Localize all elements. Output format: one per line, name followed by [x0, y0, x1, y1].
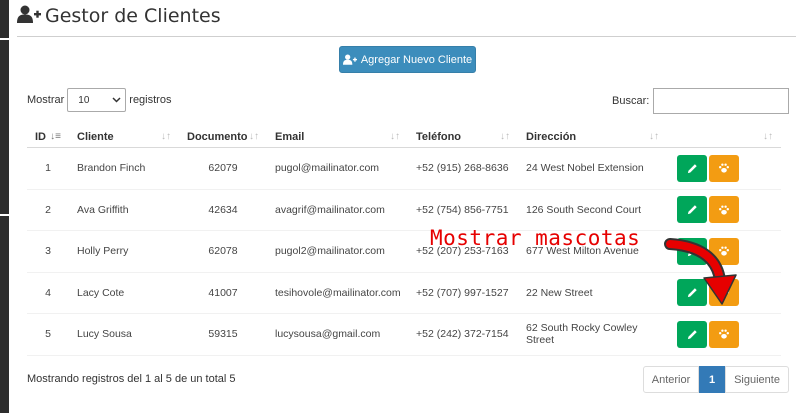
paw-icon	[719, 329, 729, 339]
column-header-cliente[interactable]: Cliente ↓↑	[69, 126, 179, 148]
cell-actions	[667, 313, 781, 356]
cell-email: pugol@mailinator.com	[267, 147, 408, 190]
cell-cliente: Lacy Cote	[69, 272, 179, 314]
cell-telefono: +52 (242) 372-7154	[408, 313, 518, 356]
search-control: Buscar:	[612, 88, 790, 114]
cell-actions	[667, 147, 781, 190]
sort-icon: ↓↑	[390, 131, 400, 142]
sort-icon: ↓↑	[161, 131, 171, 142]
cell-id: 4	[27, 272, 69, 314]
search-label: Buscar:	[612, 95, 650, 107]
left-edge-notch	[0, 38, 9, 40]
cell-cliente: Ava Griffith	[69, 189, 179, 231]
header-divider	[17, 36, 796, 37]
cell-email: avagrif@mailinator.com	[267, 189, 408, 231]
length-control: Mostrar 10 registros	[27, 88, 171, 112]
cell-documento: 59315	[179, 313, 267, 356]
cell-actions	[667, 230, 781, 273]
column-header-email[interactable]: Email ↓↑	[267, 126, 408, 148]
show-pets-button[interactable]	[709, 237, 739, 265]
table-info: Mostrando registros del 1 al 5 de un tot…	[27, 373, 236, 385]
pencil-icon	[687, 330, 697, 339]
column-header-direccion[interactable]: Dirección ↓↑	[518, 126, 667, 148]
column-header-id[interactable]: ID ↓≡	[27, 126, 69, 148]
cell-cliente: Holly Perry	[69, 230, 179, 273]
cell-documento: 62078	[179, 230, 267, 273]
table-row: 5 Lucy Sousa 59315 lucysousa@gmail.com +…	[27, 313, 781, 356]
table-row: 4 Lacy Cote 41007 tesihovole@mailinator.…	[27, 272, 781, 314]
cell-email: pugol2@mailinator.com	[267, 230, 408, 273]
show-pets-button[interactable]	[709, 154, 739, 182]
cell-telefono: +52 (707) 997-1527	[408, 272, 518, 314]
user-plus-icon	[342, 54, 357, 65]
cell-email: tesihovole@mailinator.com	[267, 272, 408, 314]
add-client-button[interactable]: Agregar Nuevo Cliente	[339, 46, 476, 73]
cell-direccion: 24 West Nobel Extension	[518, 147, 667, 190]
edit-button[interactable]	[677, 196, 707, 224]
paw-icon	[719, 288, 729, 298]
cell-email: lucysousa@gmail.com	[267, 313, 408, 356]
cell-documento: 62079	[179, 147, 267, 190]
cell-telefono: +52 (915) 268-8636	[408, 147, 518, 190]
table-row: 1 Brandon Finch 62079 pugol@mailinator.c…	[27, 147, 781, 190]
cell-id: 5	[27, 313, 69, 356]
length-prefix: Mostrar	[27, 94, 65, 106]
pagination-page-1[interactable]: 1	[699, 366, 725, 393]
pagination: Anterior 1 Siguiente	[643, 366, 789, 393]
cell-direccion: 62 South Rocky Cowley Street	[518, 313, 667, 356]
cell-cliente: Lucy Sousa	[69, 313, 179, 356]
column-header-telefono[interactable]: Teléfono ↓↑	[408, 126, 518, 148]
cell-id: 1	[27, 147, 69, 190]
cell-actions	[667, 272, 781, 314]
pagination-next-button[interactable]: Siguiente	[725, 366, 789, 393]
annotation-label: Mostrar mascotas	[430, 226, 641, 250]
clients-table: ID ↓≡ Cliente ↓↑ Documento ↓↑ Email ↓↑ Teléf…	[27, 126, 781, 356]
cell-direccion: 126 South Second Court	[518, 189, 667, 231]
show-pets-button[interactable]	[709, 279, 739, 307]
cell-telefono: +52 (754) 856-7751	[408, 189, 518, 231]
length-value: 10	[78, 94, 90, 106]
pencil-icon	[687, 247, 697, 256]
cell-documento: 42634	[179, 189, 267, 231]
table-row: 2 Ava Griffith 42634 avagrif@mailinator.…	[27, 189, 781, 231]
length-select[interactable]: 10	[67, 88, 127, 112]
length-suffix: registros	[129, 94, 172, 106]
sort-icon: ↓↑	[763, 131, 773, 142]
cell-direccion: 22 New Street	[518, 272, 667, 314]
paw-icon	[719, 205, 729, 215]
sort-icon: ↓↑	[649, 131, 659, 142]
edit-button[interactable]	[677, 154, 707, 182]
edit-button[interactable]	[677, 237, 707, 265]
pencil-icon	[687, 205, 697, 215]
sort-icon: ↓↑	[500, 131, 510, 142]
show-pets-button[interactable]	[709, 196, 739, 224]
left-edge-bar	[0, 0, 9, 413]
pencil-icon	[687, 288, 697, 298]
chevron-down-icon	[112, 95, 121, 106]
column-header-actions[interactable]: ↓↑	[667, 126, 781, 148]
table-row: 3 Holly Perry 62078 pugol2@mailinator.co…	[27, 230, 781, 273]
cell-id: 3	[27, 230, 69, 273]
add-client-label: Agregar Nuevo Cliente	[360, 53, 473, 66]
user-plus-icon	[17, 5, 41, 28]
cell-documento: 41007	[179, 272, 267, 314]
cell-cliente: Brandon Finch	[69, 147, 179, 190]
sort-icon: ↓↑	[249, 131, 259, 142]
left-edge-notch	[0, 214, 9, 216]
page-title: Gestor de Clientes	[45, 5, 221, 27]
page-header: Gestor de Clientes	[17, 4, 221, 28]
edit-button[interactable]	[677, 320, 707, 348]
sort-desc-icon: ↓≡	[50, 131, 61, 142]
cell-actions	[667, 189, 781, 231]
column-header-documento[interactable]: Documento ↓↑	[179, 126, 267, 148]
pagination-prev-button[interactable]: Anterior	[643, 366, 699, 393]
show-pets-button[interactable]	[709, 320, 739, 348]
search-input[interactable]	[653, 88, 790, 114]
pencil-icon	[687, 164, 697, 173]
edit-button[interactable]	[677, 279, 707, 307]
paw-icon	[719, 246, 729, 256]
cell-id: 2	[27, 189, 69, 231]
table-header-row: ID ↓≡ Cliente ↓↑ Documento ↓↑ Email ↓↑ Teléf…	[27, 126, 781, 148]
paw-icon	[719, 163, 729, 173]
